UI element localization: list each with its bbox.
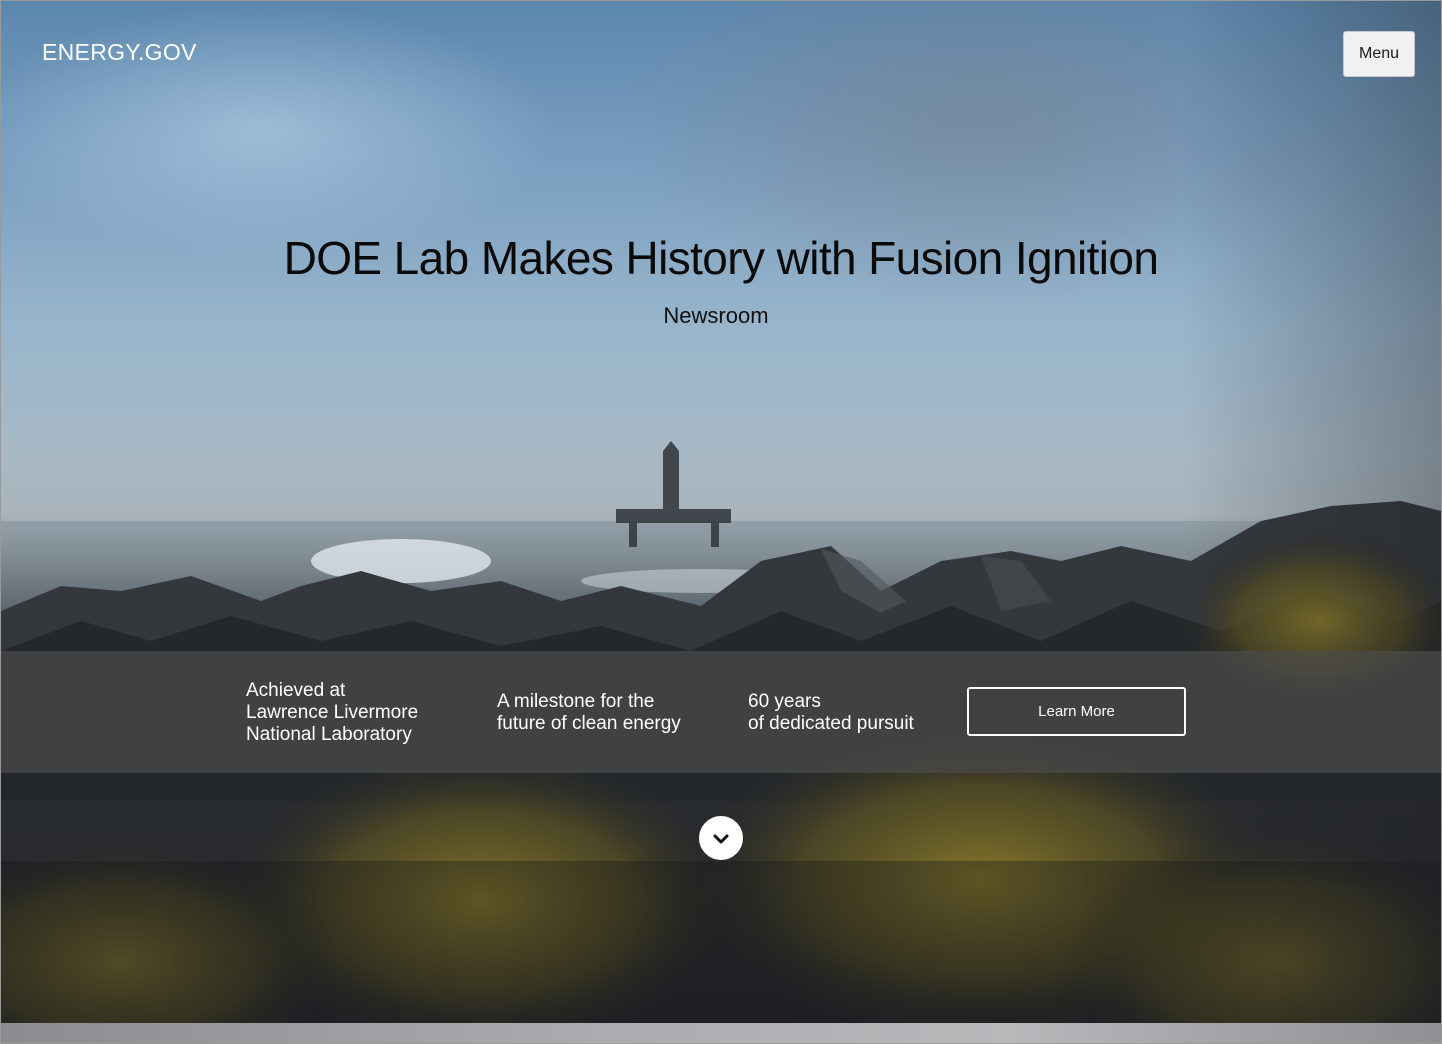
scroll-down-button[interactable] xyxy=(698,815,744,861)
hero-title: DOE Lab Makes History with Fusion Igniti… xyxy=(283,232,1159,284)
highlight-lab: Achieved at Lawrence Livermore National … xyxy=(246,680,419,745)
hero-section: ENERGY.GOV Menu DOE Lab Makes History wi… xyxy=(1,1,1441,1023)
highlight-milestone: A milestone for the future of clean ener… xyxy=(497,691,681,734)
highlights-band xyxy=(1,651,1441,773)
next-section-preview xyxy=(1,1023,1441,1043)
hero-subtitle: Newsroom xyxy=(663,303,769,328)
learn-more-button[interactable]: Learn More xyxy=(967,687,1186,736)
chevron-down-icon xyxy=(713,834,729,844)
page: ENERGY.GOV Menu DOE Lab Makes History wi… xyxy=(0,0,1442,1044)
site-logo[interactable]: ENERGY.GOV xyxy=(42,39,197,66)
menu-button[interactable]: Menu xyxy=(1343,31,1415,77)
edge-shade xyxy=(1181,1,1441,1023)
highlight-years: 60 years of dedicated pursuit xyxy=(748,691,914,734)
